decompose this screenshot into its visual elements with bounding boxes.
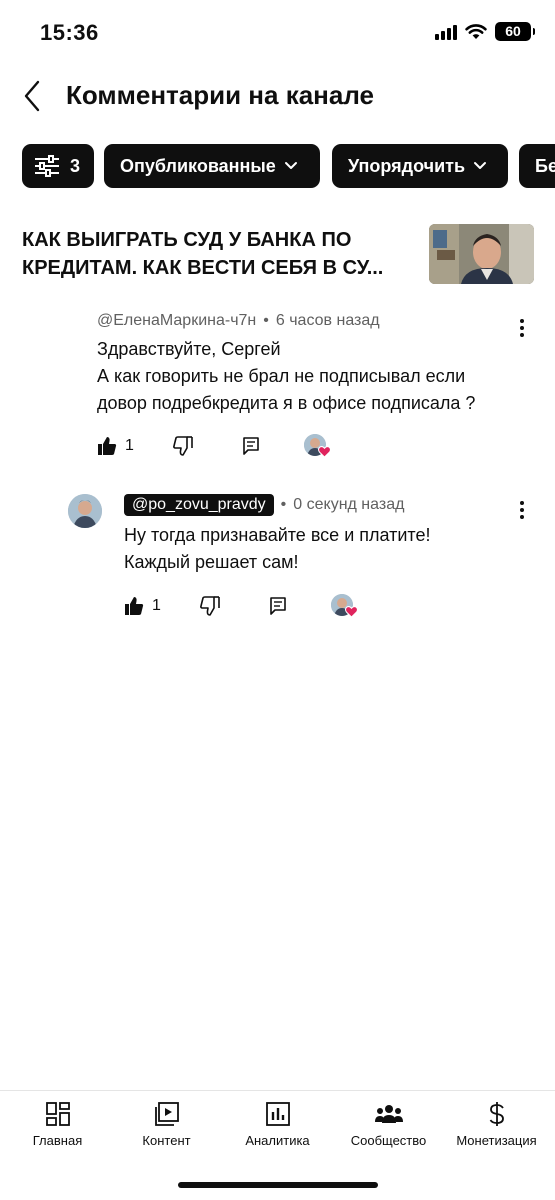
- dashboard-icon: [45, 1102, 70, 1126]
- heart-icon: [345, 606, 358, 618]
- comment-line: довор подребкредита я в офисе подписала …: [97, 393, 476, 413]
- nav-home[interactable]: Главная: [2, 1101, 113, 1161]
- video-row[interactable]: КАК ВЫИГРАТЬ СУД У БАНКА ПО КРЕДИТАМ. КА…: [0, 222, 555, 288]
- published-label: Опубликованные: [120, 155, 276, 176]
- reply-line: Каждый решает сам!: [124, 552, 299, 572]
- nav-label: Главная: [32, 1133, 83, 1148]
- content-icon: [154, 1102, 179, 1126]
- page-title: Комментарии на канале: [66, 80, 374, 110]
- like-button[interactable]: 1: [97, 432, 134, 460]
- filter-count: 3: [70, 155, 81, 176]
- more-options-icon[interactable]: [512, 316, 532, 340]
- wifi-icon: [465, 24, 487, 39]
- chevron-down-icon: [474, 162, 487, 169]
- nav-community[interactable]: Сообщество: [333, 1101, 444, 1161]
- reply-icon[interactable]: [242, 432, 260, 460]
- reply-meta: @po_zovu_pravdy • 0 секунд назад: [124, 494, 404, 516]
- header: Комментарии на канале: [0, 66, 555, 126]
- comment-meta: @ЕленаМаркина-ч7н • 6 часов назад: [97, 312, 380, 330]
- like-count: 1: [125, 437, 134, 454]
- comment-text: Здравствуйте, Сергей А как говорить не б…: [97, 336, 475, 417]
- thumbs-up-icon: [125, 597, 144, 615]
- reply-author-avatar[interactable]: [68, 494, 102, 528]
- status-time: 15:36: [40, 20, 99, 45]
- reply-time: 0 секунд назад: [293, 496, 405, 513]
- comment-line: Здравствуйте, Сергей: [97, 339, 281, 359]
- more-filter-label: Бе: [535, 155, 555, 176]
- status-bar: 15:36 60: [0, 0, 555, 66]
- reply-text: Ну тогда признавайте все и платите! Кажд…: [124, 522, 430, 576]
- reply-icon[interactable]: [269, 592, 287, 620]
- reply-line: Ну тогда признавайте все и платите!: [124, 525, 431, 545]
- like-button[interactable]: 1: [124, 592, 161, 620]
- community-icon: [374, 1105, 403, 1123]
- creator-heart-badge[interactable]: [331, 594, 359, 622]
- sort-dropdown[interactable]: Упорядочить: [332, 144, 508, 188]
- comment-line: А как говорить не брал не подписывал есл…: [97, 366, 466, 386]
- battery-icon: 60: [495, 22, 535, 41]
- sort-label: Упорядочить: [348, 155, 466, 176]
- dollar-icon: [489, 1102, 504, 1126]
- status-icons: 60: [435, 22, 535, 41]
- video-thumbnail-image: [429, 224, 534, 284]
- nav-label: Сообщество: [350, 1133, 427, 1148]
- nav-content[interactable]: Контент: [111, 1101, 222, 1161]
- heart-icon: [318, 446, 331, 458]
- reply-author[interactable]: @po_zovu_pravdy: [124, 494, 274, 516]
- comments-screen: 15:36 60 Комментарии на канале 3 Опублик…: [0, 0, 555, 1200]
- nav-label: Контент: [142, 1133, 191, 1148]
- creator-heart-badge[interactable]: [304, 434, 332, 462]
- filter-sliders-icon: [35, 155, 59, 177]
- home-indicator[interactable]: [178, 1182, 378, 1188]
- back-arrow-icon[interactable]: [18, 78, 48, 114]
- nav-label: Монетизация: [456, 1133, 537, 1148]
- thumbs-down-icon[interactable]: [200, 592, 220, 620]
- nav-analytics[interactable]: Аналитика: [222, 1101, 333, 1161]
- chevron-down-icon: [284, 162, 297, 169]
- analytics-icon: [265, 1102, 290, 1126]
- filter-chips: 3 Опубликованные Упорядочить Бе: [0, 144, 555, 188]
- comment-author[interactable]: @ЕленаМаркина-ч7н: [97, 312, 256, 330]
- video-thumbnail[interactable]: [429, 224, 534, 284]
- more-options-icon[interactable]: [512, 498, 532, 522]
- nav-label: Аналитика: [245, 1133, 310, 1148]
- like-count: 1: [152, 597, 161, 614]
- more-filter-chip[interactable]: Бе: [519, 144, 555, 188]
- published-dropdown[interactable]: Опубликованные: [104, 144, 320, 188]
- comment-actions: 1: [97, 432, 357, 462]
- thumbs-down-icon[interactable]: [173, 432, 193, 460]
- nav-monetization[interactable]: Монетизация: [441, 1101, 552, 1161]
- filter-button[interactable]: 3: [22, 144, 94, 188]
- video-title[interactable]: КАК ВЫИГРАТЬ СУД У БАНКА ПО КРЕДИТАМ. КА…: [22, 226, 412, 282]
- cellular-signal-icon: [435, 24, 457, 40]
- comment-time: 6 часов назад: [275, 312, 380, 329]
- thumbs-up-icon: [98, 437, 117, 455]
- reply-actions: 1: [124, 592, 384, 622]
